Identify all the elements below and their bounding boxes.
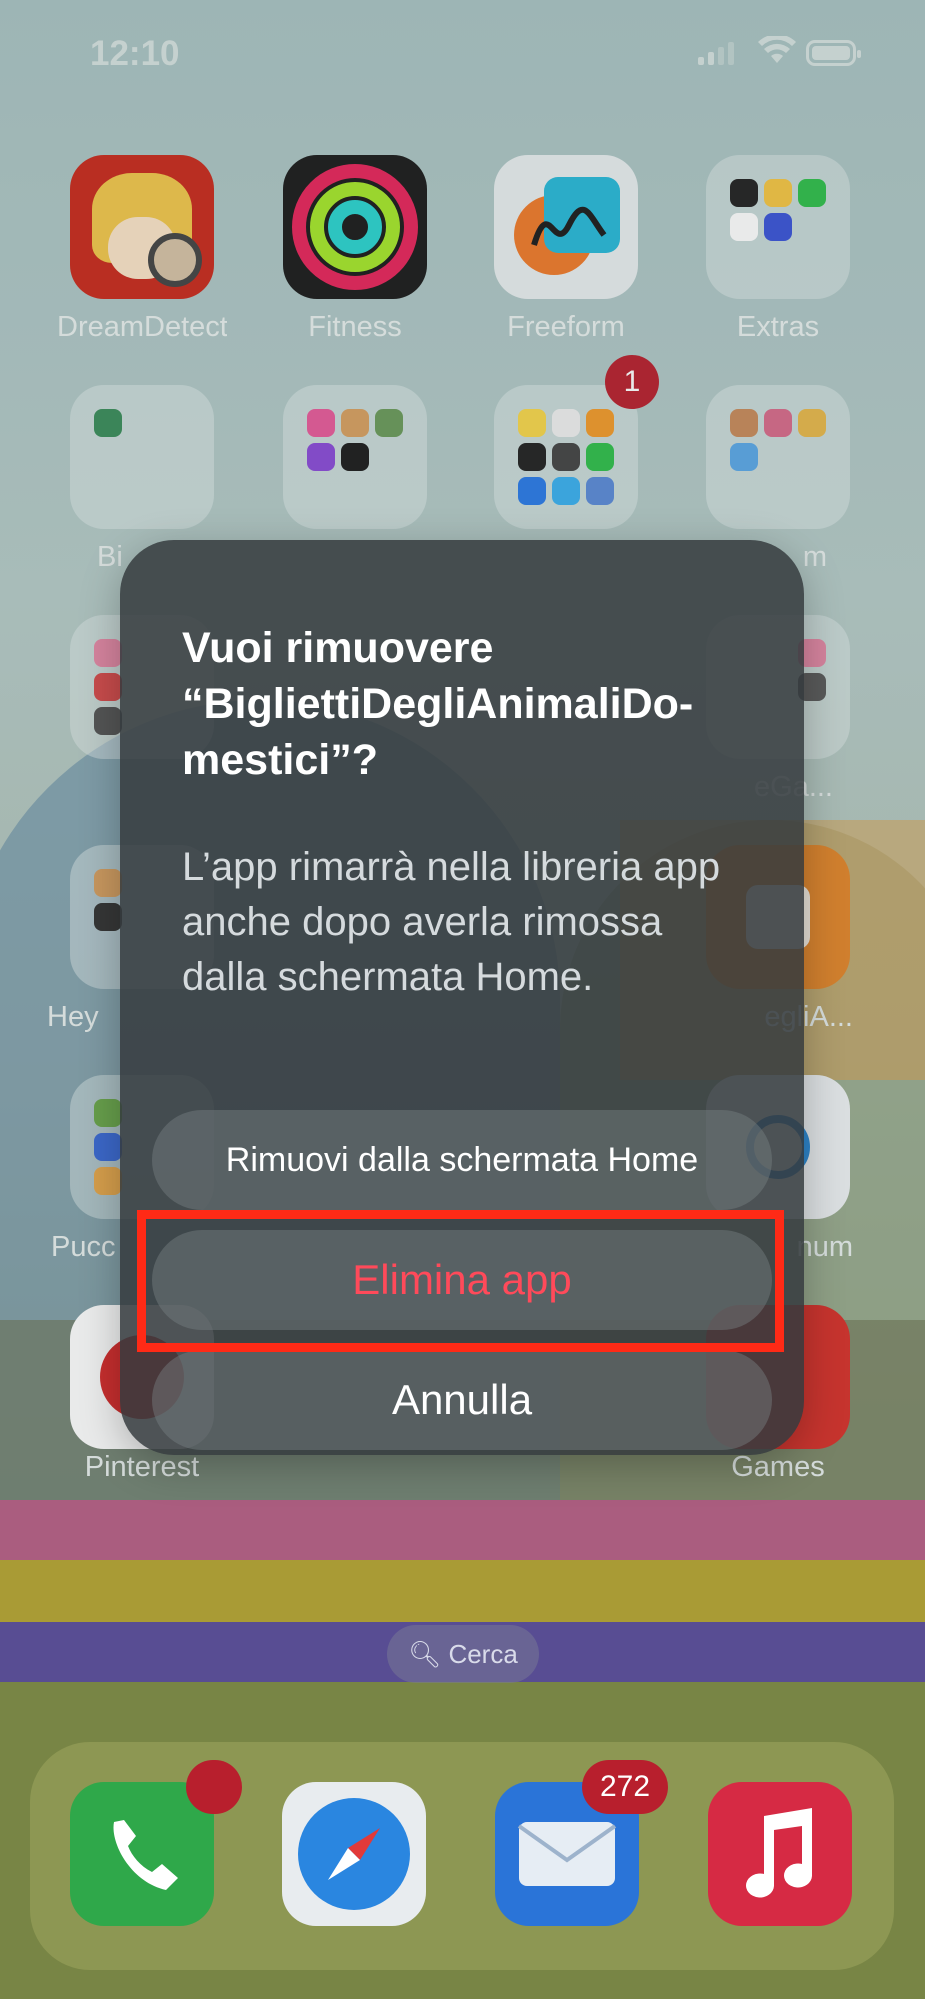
cancel-button[interactable]: Annulla <box>152 1350 772 1450</box>
alert-message: L’app rimarrà nella libreria app anche d… <box>182 845 721 999</box>
dock: 272 <box>30 1742 894 1970</box>
search-icon: 🔍︎ <box>408 1639 442 1669</box>
highlight-box <box>137 1210 784 1352</box>
remove-from-home-button[interactable]: Rimuovi dalla schermata Home <box>152 1110 772 1210</box>
safari-icon[interactable] <box>282 1782 426 1926</box>
spotlight-search-button[interactable]: 🔍︎ Cerca <box>387 1625 539 1683</box>
search-label: Cerca <box>448 1639 518 1669</box>
music-icon[interactable] <box>708 1782 852 1926</box>
mail-badge: 272 <box>582 1760 668 1814</box>
phone-badge <box>186 1760 242 1814</box>
alert-title: Vuoi rimuovere “BigliettiDegliAnimaliDo-… <box>182 624 694 784</box>
